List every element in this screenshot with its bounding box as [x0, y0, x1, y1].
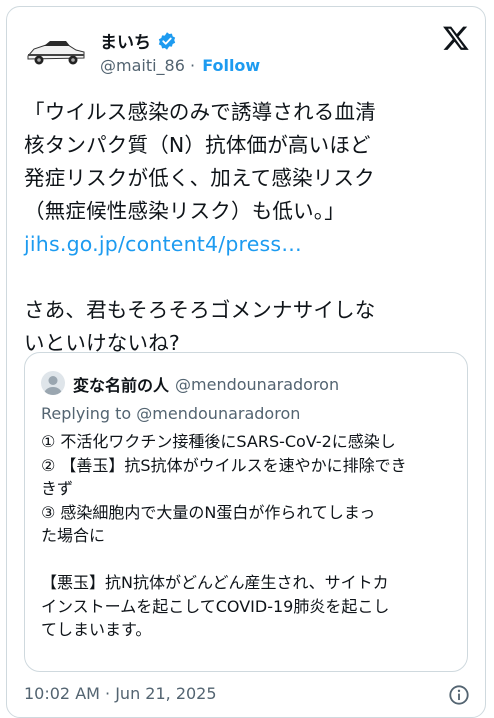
tweet-line: 発症リスクが低く、加えて感染リスク: [24, 166, 375, 190]
quoted-line: てしまいます。: [41, 620, 152, 639]
x-logo-icon[interactable]: [442, 24, 470, 52]
replying-to: Replying to @mendounaradoron: [41, 404, 301, 423]
quoted-author-row: 変な名前の人 @mendounaradoron: [73, 372, 339, 396]
follow-button[interactable]: Follow: [202, 56, 260, 75]
tweet-line: さあ、君もそろそろゴメンナサイしな: [24, 298, 376, 322]
author-display-name[interactable]: まいち: [100, 28, 151, 53]
quoted-line: ③ 感染細胞内で大量のN蛋白が作られてしまっ: [41, 502, 376, 522]
user-icon: [44, 376, 62, 395]
quoted-handle: @mendounaradoron: [175, 374, 340, 394]
tweet-link[interactable]: jihs.go.jp/content4/press…: [24, 228, 474, 261]
author-avatar[interactable]: [24, 32, 88, 72]
quoted-line: ① 不活化ワクチン接種後にSARS-CoV-2に感染し: [41, 432, 396, 451]
quoted-line: ② 【善玉】抗S抗体がウイルスを速やかに排除でき: [41, 455, 407, 475]
tweet-line: （無症候性感染リスク）も低い。」: [24, 199, 345, 223]
tweet-timestamp[interactable]: 10:02 AM · Jun 21, 2025: [24, 684, 217, 703]
quoted-author-avatar: [41, 371, 65, 395]
quoted-line: た場合に: [41, 526, 106, 545]
author-handle[interactable]: @maiti_86: [100, 56, 185, 75]
tweet-text: 「ウイルス感染のみで誘導される血清 核タンパク質（N）抗体価が高いほど 発症リス…: [24, 96, 474, 360]
handle-separator: ·: [184, 56, 201, 75]
quoted-line: きず: [41, 479, 74, 498]
info-icon[interactable]: [448, 684, 470, 706]
quoted-line: インストームを起こしてCOVID-19肺炎を起こし: [41, 596, 390, 616]
quoted-line: 【悪玉】抗N抗体がどんどん産生され、サイトカ: [41, 573, 389, 592]
quoted-text: ① 不活化ワクチン接種後にSARS-CoV-2に感染し ② 【善玉】抗S抗体がウ…: [41, 430, 461, 642]
tweet-line: 「ウイルス感染のみで誘導される血清: [24, 100, 376, 124]
author-handle-row: @maiti_86 · Follow: [100, 56, 260, 75]
quoted-display-name: 変な名前の人: [73, 376, 170, 395]
quoted-tweet[interactable]: 変な名前の人 @mendounaradoron Replying to @men…: [24, 352, 468, 672]
author-name-row: まいち: [100, 28, 177, 53]
tweet-line: 核タンパク質（N）抗体価が高いほど: [24, 133, 371, 157]
verified-badge-icon: [158, 31, 176, 50]
